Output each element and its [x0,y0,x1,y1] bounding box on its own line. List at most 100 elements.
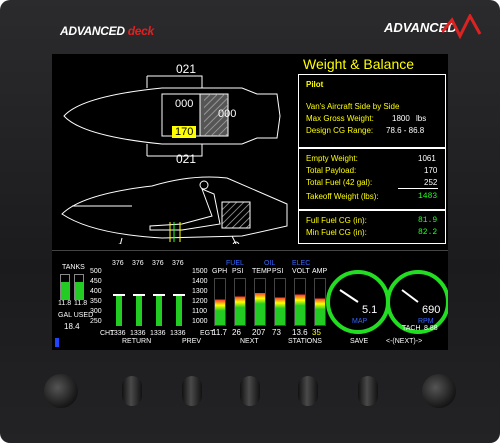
cht-scale-tick: 300 [90,308,102,315]
fuel-label: Total Fuel (42 gal): [306,178,373,187]
softkey-next[interactable]: NEXT [240,338,259,345]
gauge-label: TEMP [252,268,272,275]
left-tank-bar [60,274,70,300]
takeoff-weight-label: Takeoff Weight (lbs): [306,192,379,201]
max-gross-label: Max Gross Weight: [306,114,374,123]
payload-label: Total Payload: [306,166,357,175]
gauge-value: 26 [232,328,241,337]
bezel-button-4[interactable] [298,376,318,406]
pilot-weight-field[interactable]: 170 [172,126,197,138]
engine-strip-divider [52,250,448,251]
softkey-next-cycle[interactable]: <-(NEXT)-> [386,338,422,345]
rpm-value: 690 [422,304,441,316]
cylinder-bar [176,276,182,326]
softkey-stations[interactable]: STATIONS [288,338,322,345]
right-seat-weight[interactable]: 000 [218,108,236,120]
empty-weight-label: Empty Weight: [306,154,358,163]
left-rotary-knob[interactable] [44,374,78,408]
gal-used-value: 18.4 [64,322,80,331]
elec-header: ELEC [292,260,311,267]
egt-scale-tick: 1300 [192,288,208,295]
gauge-bar [214,278,226,326]
bezel-button-1[interactable] [122,376,142,406]
cht-scale-tick: 350 [90,298,102,305]
softkey-save[interactable]: SAVE [350,338,368,345]
gauge-value: 207 [252,328,266,337]
gauge-bar [254,278,266,326]
fuel-value: 252 [424,178,438,187]
gauge-label: GPH [212,268,228,275]
gauge-label: VOLT [292,268,310,275]
right-tank-value: 11.8 [74,300,88,307]
pilot-figure-icon [149,180,221,231]
egt-scale-tick: 1000 [192,318,208,325]
pilot-label: Pilot [306,80,324,89]
side-baggage-area [221,201,251,229]
egt-scale-tick: 1200 [192,298,208,305]
egt-scale-tick: 1500 [192,268,208,275]
softkey-bar: RETURN PREV NEXT STATIONS SAVE <-(NEXT)-… [52,336,448,350]
left-seat-weight[interactable]: 000 [175,98,193,110]
cylinder-bar [156,276,162,326]
cht-scale-tick: 500 [90,268,102,275]
cht-bottom-value: 1336 [130,330,146,337]
gauge-value: 13.6 [292,328,308,337]
right-tank-bar [74,274,84,300]
softkey-prev[interactable]: PREV [182,338,201,345]
brand-logo-left: ADVANCED deck [60,24,154,38]
full-fuel-cg-label: Full Fuel CG (in): [306,216,367,225]
cht-top-value: 376 [132,260,144,267]
cht-top-value: 376 [152,260,164,267]
cht-scale-tick: 250 [90,318,102,325]
right-rotary-knob[interactable] [422,374,456,408]
bezel-button-5[interactable] [358,376,378,406]
left-tank-value: 11.8 [58,300,72,307]
cht-bottom-value: 1336 [150,330,166,337]
cht-bottom-value: 1336 [170,330,186,337]
gauge-bar [294,278,306,326]
cylinder-bar [136,276,142,326]
payload-value: 170 [424,166,438,175]
gauge-bar [234,278,246,326]
cylinder-marker [173,294,185,296]
brand-logo-left-text: ADVANCED [60,24,125,38]
softkey-return[interactable]: RETURN [122,338,151,345]
aircraft-diagram [61,75,288,244]
cylinder-bar [116,276,122,326]
gauge-value: 73 [272,328,281,337]
cg-range-value: 78.6 - 86.8 [386,126,425,135]
gauge-label: PSI [232,268,244,275]
gal-used-label: GAL USED [58,312,94,319]
empty-weight-value: 1061 [418,154,436,163]
min-fuel-cg-value: 82.2 [418,228,438,237]
cylinder-marker [133,294,145,296]
sum-divider [398,188,438,189]
max-gross-value: 1800 [392,114,410,123]
cylinder-marker [113,294,125,296]
heading-top: 021 [176,62,197,76]
heading-bottom: 021 [176,152,197,166]
takeoff-weight-value: 1483 [418,192,438,201]
cht-top-value: 376 [112,260,124,267]
tach-value: 8.88 [424,325,438,332]
page-title: Weight & Balance [303,56,415,72]
gauge-value: 11.7 [212,328,227,337]
bezel-button-2[interactable] [182,376,202,406]
map-unit: MAP [352,318,368,325]
gauge-bar [314,278,326,326]
brand-logo-right: ADVANCED [384,14,482,40]
cht-scale-tick: 400 [90,288,102,295]
bezel-button-3[interactable] [240,376,260,406]
egt-scale-tick: 1100 [192,308,208,315]
tach-label: TACH [402,325,421,332]
gauge-bar [274,278,286,326]
cg-range-label: Design CG Range: [306,126,374,135]
egt-scale-tick: 1400 [192,278,208,285]
cylinder-marker [153,294,165,296]
device-bezel: ADVANCED deck ADVANCED 021 021 000 000 1… [0,0,500,443]
cht-scale-tick: 450 [90,278,102,285]
softkey-indicator [55,338,59,347]
brand-logo-left-accent: deck [127,24,154,38]
aircraft-name: Van's Aircraft Side by Side [306,102,400,111]
full-fuel-cg-value: 81.9 [418,216,438,225]
